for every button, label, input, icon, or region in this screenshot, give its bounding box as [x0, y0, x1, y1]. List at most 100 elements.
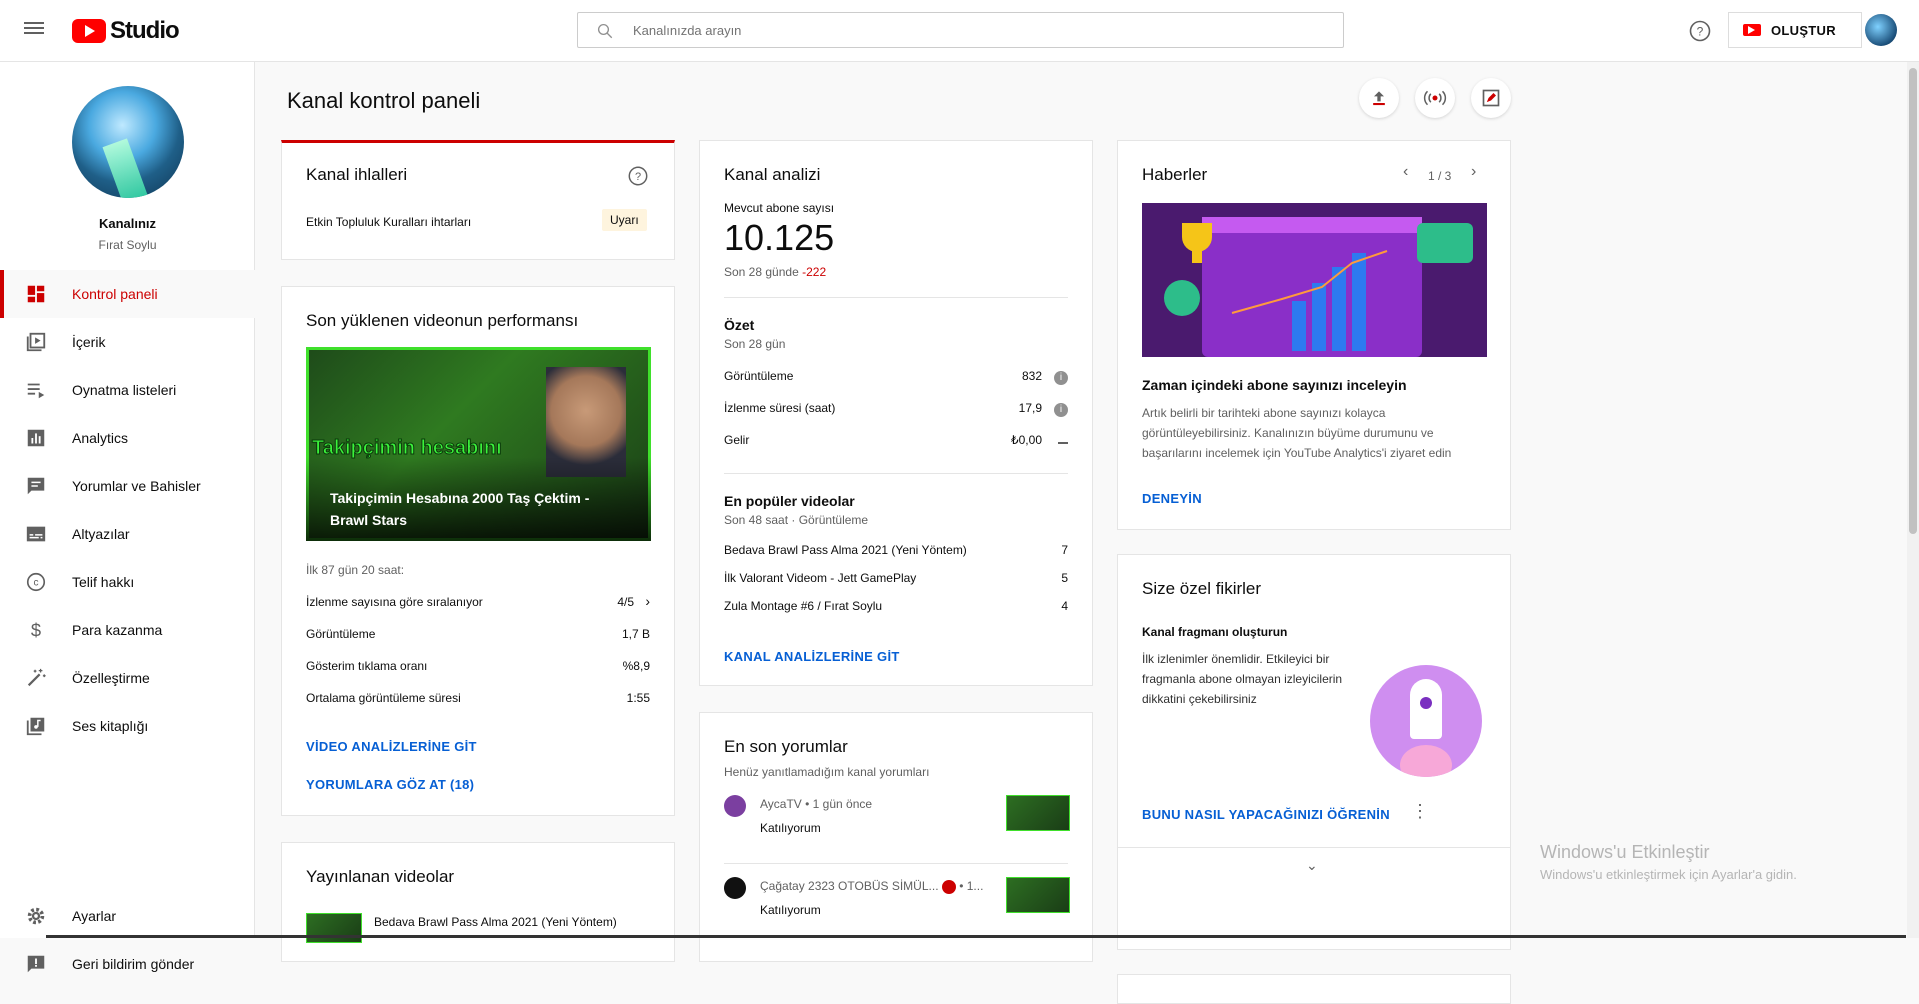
channel-analytics-link[interactable]: KANAL ANALİZLERİNE GİT — [724, 649, 900, 664]
info-icon[interactable]: i — [1054, 403, 1068, 417]
sidebar-item-label: Analytics — [72, 430, 129, 446]
sidebar-item-playlists[interactable]: Oynatma listeleri — [0, 366, 255, 414]
chevron-right-icon[interactable]: › — [1471, 163, 1476, 181]
help-icon[interactable]: ? — [1688, 19, 1712, 43]
video-thumbnail — [1006, 877, 1070, 913]
top-video-row[interactable]: İlk Valorant Videom - Jett GamePlay 5 — [724, 571, 1068, 591]
sidebar-item-label: Altyazılar — [72, 526, 130, 542]
summary-row: Gelir ₺0,00 — [724, 433, 1068, 453]
top-video-row[interactable]: Zula Montage #6 / Fırat Soylu 4 — [724, 599, 1068, 619]
scrollbar[interactable] — [1907, 62, 1919, 938]
comment-item[interactable]: Çağatay 2323 OTOBÜS SİMÜL... • 1... Katı… — [724, 863, 1070, 923]
period-label: İlk 87 gün 20 saat: — [306, 563, 405, 577]
search-input[interactable] — [633, 13, 1333, 47]
video-analytics-link[interactable]: VİDEO ANALİZLERİNE GİT — [306, 739, 477, 754]
comments-subtitle: Henüz yanıtlamadığım kanal yorumları — [724, 765, 930, 779]
sidebar-item-customization[interactable]: Özelleştirme — [0, 654, 255, 702]
chevron-left-icon[interactable]: ‹ — [1403, 163, 1408, 181]
scroll-thumb[interactable] — [1909, 68, 1917, 534]
windows-activation-watermark: Windows'u Etkinleştir Windows'u etkinleş… — [1540, 842, 1797, 882]
sidebar-item-feedback[interactable]: Geri bildirim gönder — [0, 940, 255, 988]
top-video-title: Bedava Brawl Pass Alma 2021 (Yeni Yöntem… — [724, 543, 967, 557]
watermark-subtitle: Windows'u etkinleştirmek için Ayarlar'a … — [1540, 867, 1797, 882]
sidebar-item-label: İçerik — [72, 334, 106, 350]
magic-wand-icon — [27, 668, 46, 687]
feedback-icon — [27, 955, 45, 973]
video-thumbnail[interactable]: Takipçimin hesabını Takipçimin Hesabına … — [306, 347, 651, 541]
summary-row: İzlenme süresi (saat) 17,9 i — [724, 401, 1068, 421]
sidebar-item-analytics[interactable]: Analytics — [0, 414, 255, 462]
sidebar-item-dashboard[interactable]: Kontrol paneli — [0, 270, 255, 318]
top-video-row[interactable]: Bedava Brawl Pass Alma 2021 (Yeni Yöntem… — [724, 543, 1068, 563]
more-options-icon[interactable]: ⋮ — [1411, 801, 1429, 822]
dashboard-icon — [27, 285, 45, 303]
top-videos-period: Son 48 saat · Görüntüleme — [724, 513, 869, 527]
main-content: Kanal kontrol paneli Kanal ihlalleri ? E… — [256, 62, 1919, 1004]
metric-row: Gösterim tıklama oranı %8,9 — [306, 659, 650, 679]
sidebar-item-content[interactable]: İçerik — [0, 318, 255, 366]
analytics-icon — [27, 429, 45, 447]
comment-item[interactable]: AycaTV • 1 gün önce Katılıyorum — [724, 795, 1070, 855]
svg-text:c: c — [33, 578, 38, 589]
ideas-card: Size özel fikirler Kanal fragmanı oluştu… — [1117, 554, 1511, 950]
audio-library-icon — [26, 717, 45, 736]
upload-button[interactable] — [1359, 78, 1399, 118]
channel-violations-card: Kanal ihlalleri ? Etkin Topluluk Kuralla… — [281, 140, 675, 260]
metric-value: 17,9 — [1018, 401, 1042, 415]
help-icon[interactable]: ? — [627, 165, 649, 187]
go-live-button[interactable] — [1415, 78, 1455, 118]
svg-text:$: $ — [31, 619, 41, 640]
metric-label: İzlenme sayısına göre sıralanıyor — [306, 595, 483, 609]
comment-text: Katılıyorum — [760, 903, 821, 917]
copyright-icon: c — [26, 572, 46, 592]
metric-label: Gösterim tıklama oranı — [306, 659, 428, 673]
learn-how-link[interactable]: BUNU NASIL YAPACAĞINIZI ÖĞRENİN — [1142, 807, 1390, 822]
published-videos-card: Yayınlanan videolar Bedava Brawl Pass Al… — [281, 842, 675, 962]
channel-avatar[interactable] — [72, 86, 184, 198]
sidebar-item-monetization[interactable]: $ Para kazanma — [0, 606, 255, 654]
card-title: Kanal ihlalleri — [306, 165, 408, 184]
create-post-button[interactable] — [1471, 78, 1511, 118]
sidebar-item-label: Özelleştirme — [72, 670, 150, 686]
metric-value: 1:55 — [626, 691, 650, 705]
try-it-link[interactable]: DENEYİN — [1142, 491, 1202, 506]
search-box[interactable] — [577, 12, 1344, 48]
top-video-title: İlk Valorant Videom - Jett GamePlay — [724, 571, 917, 585]
sidebar-item-subtitles[interactable]: Altyazılar — [0, 510, 255, 558]
account-avatar[interactable] — [1865, 14, 1897, 46]
edit-post-icon — [1482, 89, 1500, 107]
sidebar-item-comments[interactable]: Yorumlar ve Bahisler — [0, 462, 255, 510]
dash-icon — [1058, 442, 1068, 444]
sidebar-item-audio-library[interactable]: Ses kitaplığı — [0, 702, 255, 750]
sidebar-item-label: Para kazanma — [72, 622, 163, 638]
video-thumbnail[interactable] — [306, 913, 362, 943]
card-title: Haberler — [1142, 165, 1208, 184]
view-comments-link[interactable]: YORUMLARA GÖZ AT (18) — [306, 777, 474, 792]
news-card: Haberler ‹ 1 / 3 › Zaman içindeki abone … — [1117, 140, 1511, 530]
hamburger-menu-icon[interactable] — [22, 19, 46, 43]
studio-logo[interactable]: Studio — [72, 17, 180, 44]
sidebar-item-label: Yorumlar ve Bahisler — [72, 478, 201, 494]
card-title: Size özel fikirler — [1142, 579, 1262, 598]
published-video-title[interactable]: Bedava Brawl Pass Alma 2021 (Yeni Yöntem… — [374, 915, 617, 929]
video-title: Takipçimin Hesabına 2000 Taş Çektim - Br… — [330, 490, 590, 528]
watermark-title: Windows'u Etkinleştir — [1540, 842, 1710, 862]
lock-icon — [941, 879, 956, 894]
sidebar-item-copyright[interactable]: c Telif hakkı — [0, 558, 255, 606]
metric-row: Ortalama görüntüleme süresi 1:55 — [306, 691, 650, 711]
info-icon[interactable]: i — [1054, 371, 1068, 385]
warning-badge: Uyarı — [602, 209, 647, 231]
comments-icon — [27, 477, 45, 495]
sidebar-item-settings[interactable]: Ayarlar — [0, 892, 255, 940]
channel-analytics-card: Kanal analizi Mevcut abone sayısı 10.125… — [699, 140, 1093, 686]
latest-video-card: Son yüklenen videonun performansı Takipç… — [281, 286, 675, 816]
ranking-row[interactable]: İzlenme sayısına göre sıralanıyor 4/5 › — [306, 594, 650, 615]
sidebar: Kanalınız Fırat Soylu Kontrol paneli İçe… — [0, 62, 255, 973]
create-button[interactable]: OLUŞTUR — [1728, 12, 1862, 48]
channel-label: Kanalınız — [98, 216, 157, 231]
sidebar-item-label: Telif hakkı — [72, 574, 135, 590]
sidebar-item-label: Geri bildirim gönder — [72, 956, 195, 972]
chevron-down-icon[interactable]: ⌄ — [1306, 857, 1318, 874]
top-video-views: 5 — [1061, 571, 1068, 585]
metric-label: İzlenme süresi (saat) — [724, 401, 836, 415]
